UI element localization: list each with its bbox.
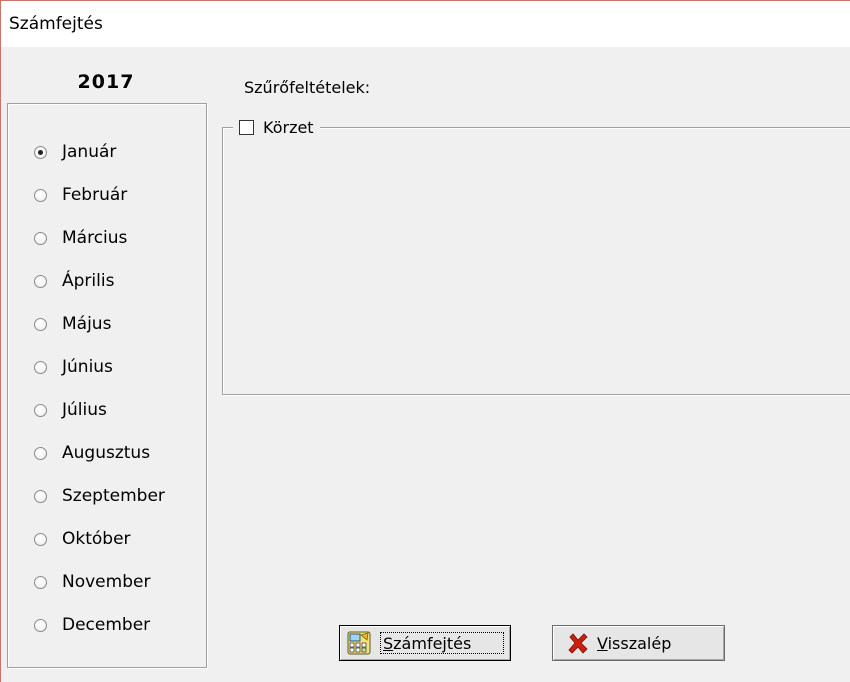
- korzet-checkbox-row[interactable]: Körzet: [233, 116, 320, 138]
- radio-button[interactable]: [34, 532, 47, 546]
- calculate-payroll-button[interactable]: Számfejtés: [339, 625, 511, 661]
- radio-month-szeptember[interactable]: Szeptember: [34, 483, 165, 509]
- radio-button[interactable]: [34, 403, 47, 417]
- korzet-group-box: [222, 127, 850, 395]
- radio-month-majus[interactable]: Május: [34, 311, 111, 337]
- radio-month-aprilis[interactable]: Április: [34, 268, 114, 294]
- radio-month-januar[interactable]: Január: [34, 139, 116, 165]
- radio-month-junius[interactable]: Június: [34, 354, 113, 380]
- payroll-window: Számfejtés 2017 Január Február Március Á…: [0, 0, 850, 682]
- radio-month-februar[interactable]: Február: [34, 182, 127, 208]
- radio-label: Június: [62, 357, 113, 377]
- radio-button[interactable]: [34, 360, 47, 374]
- radio-month-marcius[interactable]: Március: [34, 225, 127, 251]
- radio-button[interactable]: [34, 575, 47, 589]
- radio-month-november[interactable]: November: [34, 569, 150, 595]
- radio-label: December: [62, 615, 151, 635]
- radio-month-december[interactable]: December: [34, 612, 150, 638]
- radio-label: Január: [62, 142, 117, 162]
- radio-button[interactable]: [34, 489, 47, 503]
- radio-button[interactable]: [34, 618, 47, 632]
- red-x-icon: [568, 633, 588, 654]
- title-bar: Számfejtés: [1, 1, 850, 47]
- korzet-checkbox[interactable]: [239, 119, 254, 135]
- radio-label: Október: [62, 529, 131, 549]
- radio-label: Március: [62, 228, 128, 248]
- radio-label: Augusztus: [62, 443, 151, 463]
- radio-label: Február: [62, 185, 128, 205]
- back-button-label: Visszalép: [597, 634, 672, 653]
- radio-button[interactable]: [34, 317, 47, 331]
- radio-button[interactable]: [34, 446, 47, 460]
- radio-month-julius[interactable]: Július: [34, 397, 107, 423]
- radio-button-checked[interactable]: [34, 145, 47, 159]
- radio-label: Május: [62, 314, 112, 334]
- radio-label: Szeptember: [62, 486, 165, 506]
- korzet-label: Körzet: [263, 117, 314, 137]
- radio-label: Április: [62, 271, 115, 291]
- window-title: Számfejtés: [9, 14, 103, 34]
- year-label: 2017: [77, 71, 135, 93]
- filter-conditions-label: Szűrőfeltételek:: [244, 78, 371, 97]
- calculate-button-label: Számfejtés: [383, 634, 472, 653]
- calculator-icon: [347, 631, 371, 655]
- radio-button[interactable]: [34, 274, 47, 288]
- radio-button[interactable]: [34, 188, 47, 202]
- radio-label: November: [62, 572, 151, 592]
- radio-month-oktober[interactable]: Október: [34, 526, 131, 552]
- radio-label: Július: [62, 400, 107, 420]
- radio-button[interactable]: [34, 231, 47, 245]
- back-button[interactable]: Visszalép: [552, 625, 725, 661]
- radio-month-augusztus[interactable]: Augusztus: [34, 440, 150, 466]
